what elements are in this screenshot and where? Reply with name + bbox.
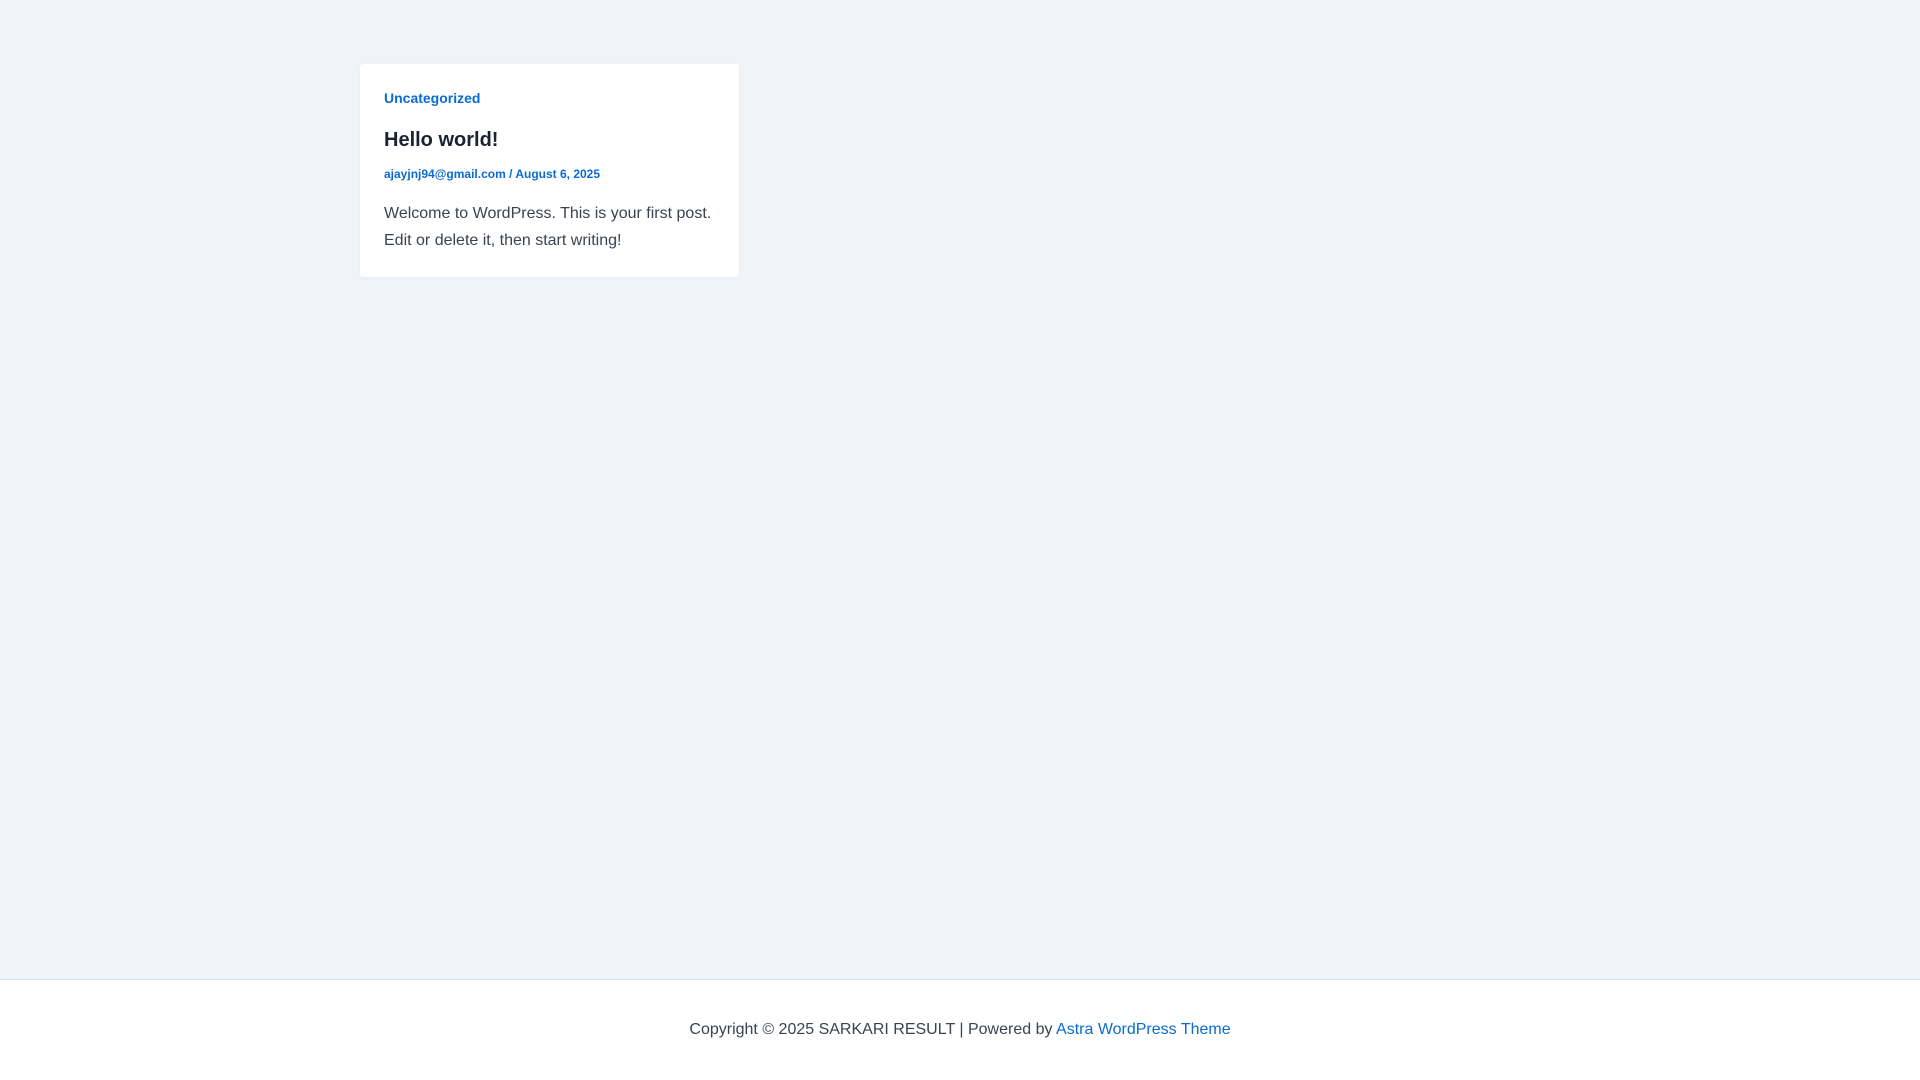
footer-theme-link[interactable]: Astra WordPress Theme bbox=[1056, 1021, 1231, 1038]
site-content: Uncategorized Hello world! ajayjnj94@gma… bbox=[0, 0, 1920, 980]
post-category-link[interactable]: Uncategorized bbox=[384, 90, 480, 106]
post-meta-separator: / bbox=[505, 167, 516, 181]
footer-copyright-text: Copyright © 2025 SARKARI RESULT | Powere… bbox=[689, 1021, 1057, 1038]
post-title-link[interactable]: Hello world! bbox=[384, 128, 715, 152]
post-excerpt: Welcome to WordPress. This is your first… bbox=[384, 205, 712, 249]
site-footer: Copyright © 2025 SARKARI RESULT | Powere… bbox=[0, 979, 1920, 1080]
footer-copyright: Copyright © 2025 SARKARI RESULT | Powere… bbox=[0, 1020, 1920, 1040]
post-meta: ajayjnj94@gmail.com / August 6, 2025 bbox=[384, 166, 715, 182]
post-card: Uncategorized Hello world! ajayjnj94@gma… bbox=[360, 64, 739, 277]
post-date-link[interactable]: August 6, 2025 bbox=[515, 167, 600, 181]
post-author-link[interactable]: ajayjnj94@gmail.com bbox=[384, 167, 506, 181]
